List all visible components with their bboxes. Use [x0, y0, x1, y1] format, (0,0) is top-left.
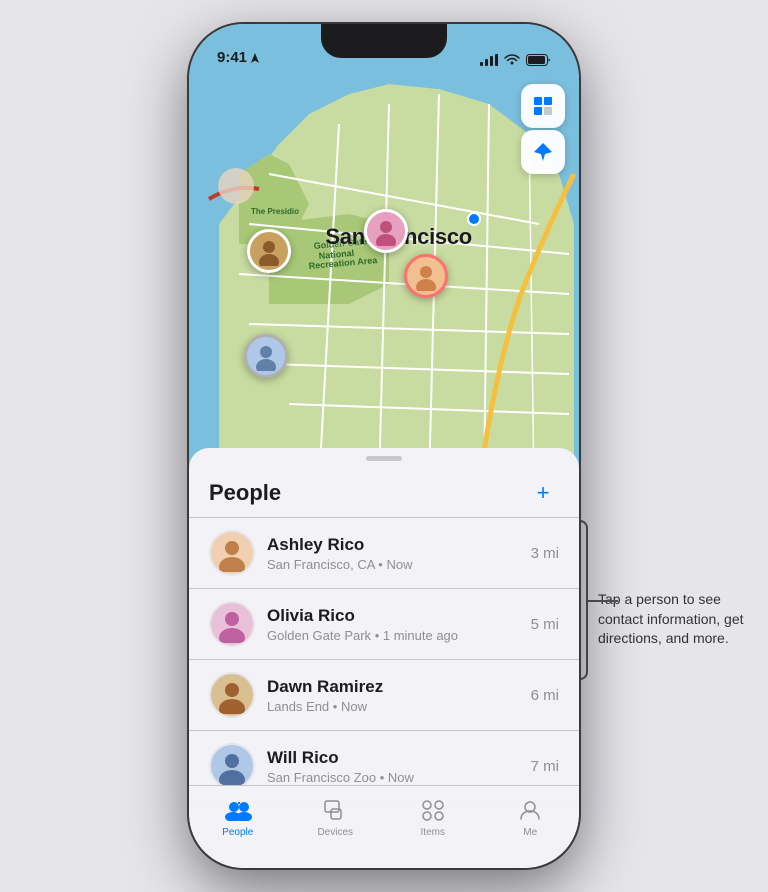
map-pin-person4[interactable] — [244, 334, 288, 378]
tab-devices-icon — [321, 796, 349, 824]
person-distance-dawn: 6 mi — [531, 687, 559, 704]
phone-screen: 9:41 — [189, 24, 579, 868]
notch — [321, 24, 447, 58]
map-pin-person2[interactable] — [364, 209, 408, 253]
person-name-will: Will Rico — [267, 748, 531, 768]
location-arrow-icon — [250, 52, 260, 64]
person-item-ashley[interactable]: Ashley Rico San Francisco, CA • Now 3 mi — [189, 517, 579, 589]
location-arrow-map-icon — [532, 141, 554, 163]
map-pin-person3[interactable] — [404, 254, 448, 298]
person-distance-will: 7 mi — [531, 758, 559, 775]
person-info-will: Will Rico San Francisco Zoo • Now — [267, 748, 531, 785]
map-avatar-3 — [404, 254, 448, 298]
signal-bar-2 — [485, 59, 488, 66]
map-layers-icon — [531, 94, 555, 118]
map-background: Golden Gate National Recreation Area The… — [189, 24, 579, 484]
status-time: 9:41 — [217, 49, 260, 66]
person-time-will: Now — [388, 770, 414, 785]
signal-bar-1 — [480, 62, 483, 66]
person-avatar-olivia — [209, 601, 255, 647]
tab-items[interactable]: Items — [384, 796, 482, 838]
people-title: People — [209, 480, 281, 506]
map-avatar-2 — [364, 209, 408, 253]
tab-devices[interactable]: Devices — [287, 796, 385, 838]
devices-tab-icon — [321, 799, 349, 821]
tab-bar: People Devices — [189, 785, 579, 868]
person-location-dot-will: • — [380, 770, 388, 785]
person-info-olivia: Olivia Rico Golden Gate Park • 1 minute … — [267, 606, 531, 643]
person-location-olivia: Golden Gate Park • 1 minute ago — [267, 628, 531, 643]
map-area[interactable]: Golden Gate National Recreation Area The… — [189, 24, 579, 484]
person-location-will: San Francisco Zoo • Now — [267, 770, 531, 785]
person-location-text-will: San Francisco Zoo — [267, 770, 376, 785]
person-avatar-dawn — [209, 672, 255, 718]
tab-people-label: People — [222, 827, 253, 838]
wifi-icon — [504, 54, 520, 66]
items-tab-icon — [419, 799, 447, 821]
person-avatar-will — [209, 743, 255, 789]
map-button-group — [521, 84, 565, 174]
person-location-text-ashley: San Francisco, CA — [267, 557, 375, 572]
people-header: People + — [189, 461, 579, 517]
location-button[interactable] — [521, 130, 565, 174]
battery-icon — [526, 54, 551, 66]
annotation-line — [588, 600, 618, 602]
person-info-dawn: Dawn Ramirez Lands End • Now — [267, 677, 531, 714]
person-location-text-olivia: Golden Gate Park — [267, 628, 371, 643]
person-location-text-dawn: Lands End — [267, 699, 329, 714]
person-time-olivia: 1 minute ago — [383, 628, 458, 643]
person-distance-olivia: 5 mi — [531, 616, 559, 633]
person-item-olivia[interactable]: Olivia Rico Golden Gate Park • 1 minute … — [189, 589, 579, 660]
time-label: 9:41 — [217, 49, 247, 66]
map-pin-person1[interactable] — [247, 229, 291, 273]
person-name-ashley: Ashley Rico — [267, 535, 531, 555]
person-name-olivia: Olivia Rico — [267, 606, 531, 626]
phone-frame: 9:41 — [189, 24, 579, 868]
person-distance-ashley: 3 mi — [531, 545, 559, 562]
person-name-dawn: Dawn Ramirez — [267, 677, 531, 697]
tab-people[interactable]: People — [189, 796, 287, 838]
map-avatar-4 — [244, 334, 288, 378]
signal-bars-icon — [480, 54, 498, 66]
person-location-dot-olivia: • — [375, 628, 383, 643]
person-info-ashley: Ashley Rico San Francisco, CA • Now — [267, 535, 531, 572]
tab-me-label: Me — [523, 827, 537, 838]
tab-me[interactable]: Me — [482, 796, 580, 838]
tab-devices-label: Devices — [317, 827, 353, 838]
people-list: Ashley Rico San Francisco, CA • Now 3 mi — [189, 517, 579, 802]
person-item-dawn[interactable]: Dawn Ramirez Lands End • Now 6 mi — [189, 660, 579, 731]
person-location-dawn: Lands End • Now — [267, 699, 531, 714]
signal-bar-4 — [495, 54, 498, 66]
tab-me-icon — [516, 796, 544, 824]
status-icons — [480, 54, 551, 66]
person-time-dawn: Now — [341, 699, 367, 714]
signal-bar-3 — [490, 56, 493, 66]
tab-people-icon — [224, 796, 252, 824]
tab-items-icon — [419, 796, 447, 824]
person-location-dot-dawn: • — [333, 699, 341, 714]
annotation-text: Tap a person to see contact information,… — [588, 590, 768, 649]
phone-wrapper: 9:41 — [189, 24, 579, 868]
map-view-toggle-button[interactable] — [521, 84, 565, 128]
me-tab-icon — [518, 798, 542, 822]
svg-text:The Presidio: The Presidio — [251, 207, 299, 216]
tab-items-label: Items — [421, 827, 445, 838]
person-time-ashley: Now — [386, 557, 412, 572]
annotation: Tap a person to see contact information,… — [588, 580, 768, 649]
person-location-ashley: San Francisco, CA • Now — [267, 557, 531, 572]
add-person-button[interactable]: + — [527, 477, 559, 509]
people-tab-icon — [224, 799, 252, 821]
map-avatar-1 — [247, 229, 291, 273]
person-avatar-ashley — [209, 530, 255, 576]
